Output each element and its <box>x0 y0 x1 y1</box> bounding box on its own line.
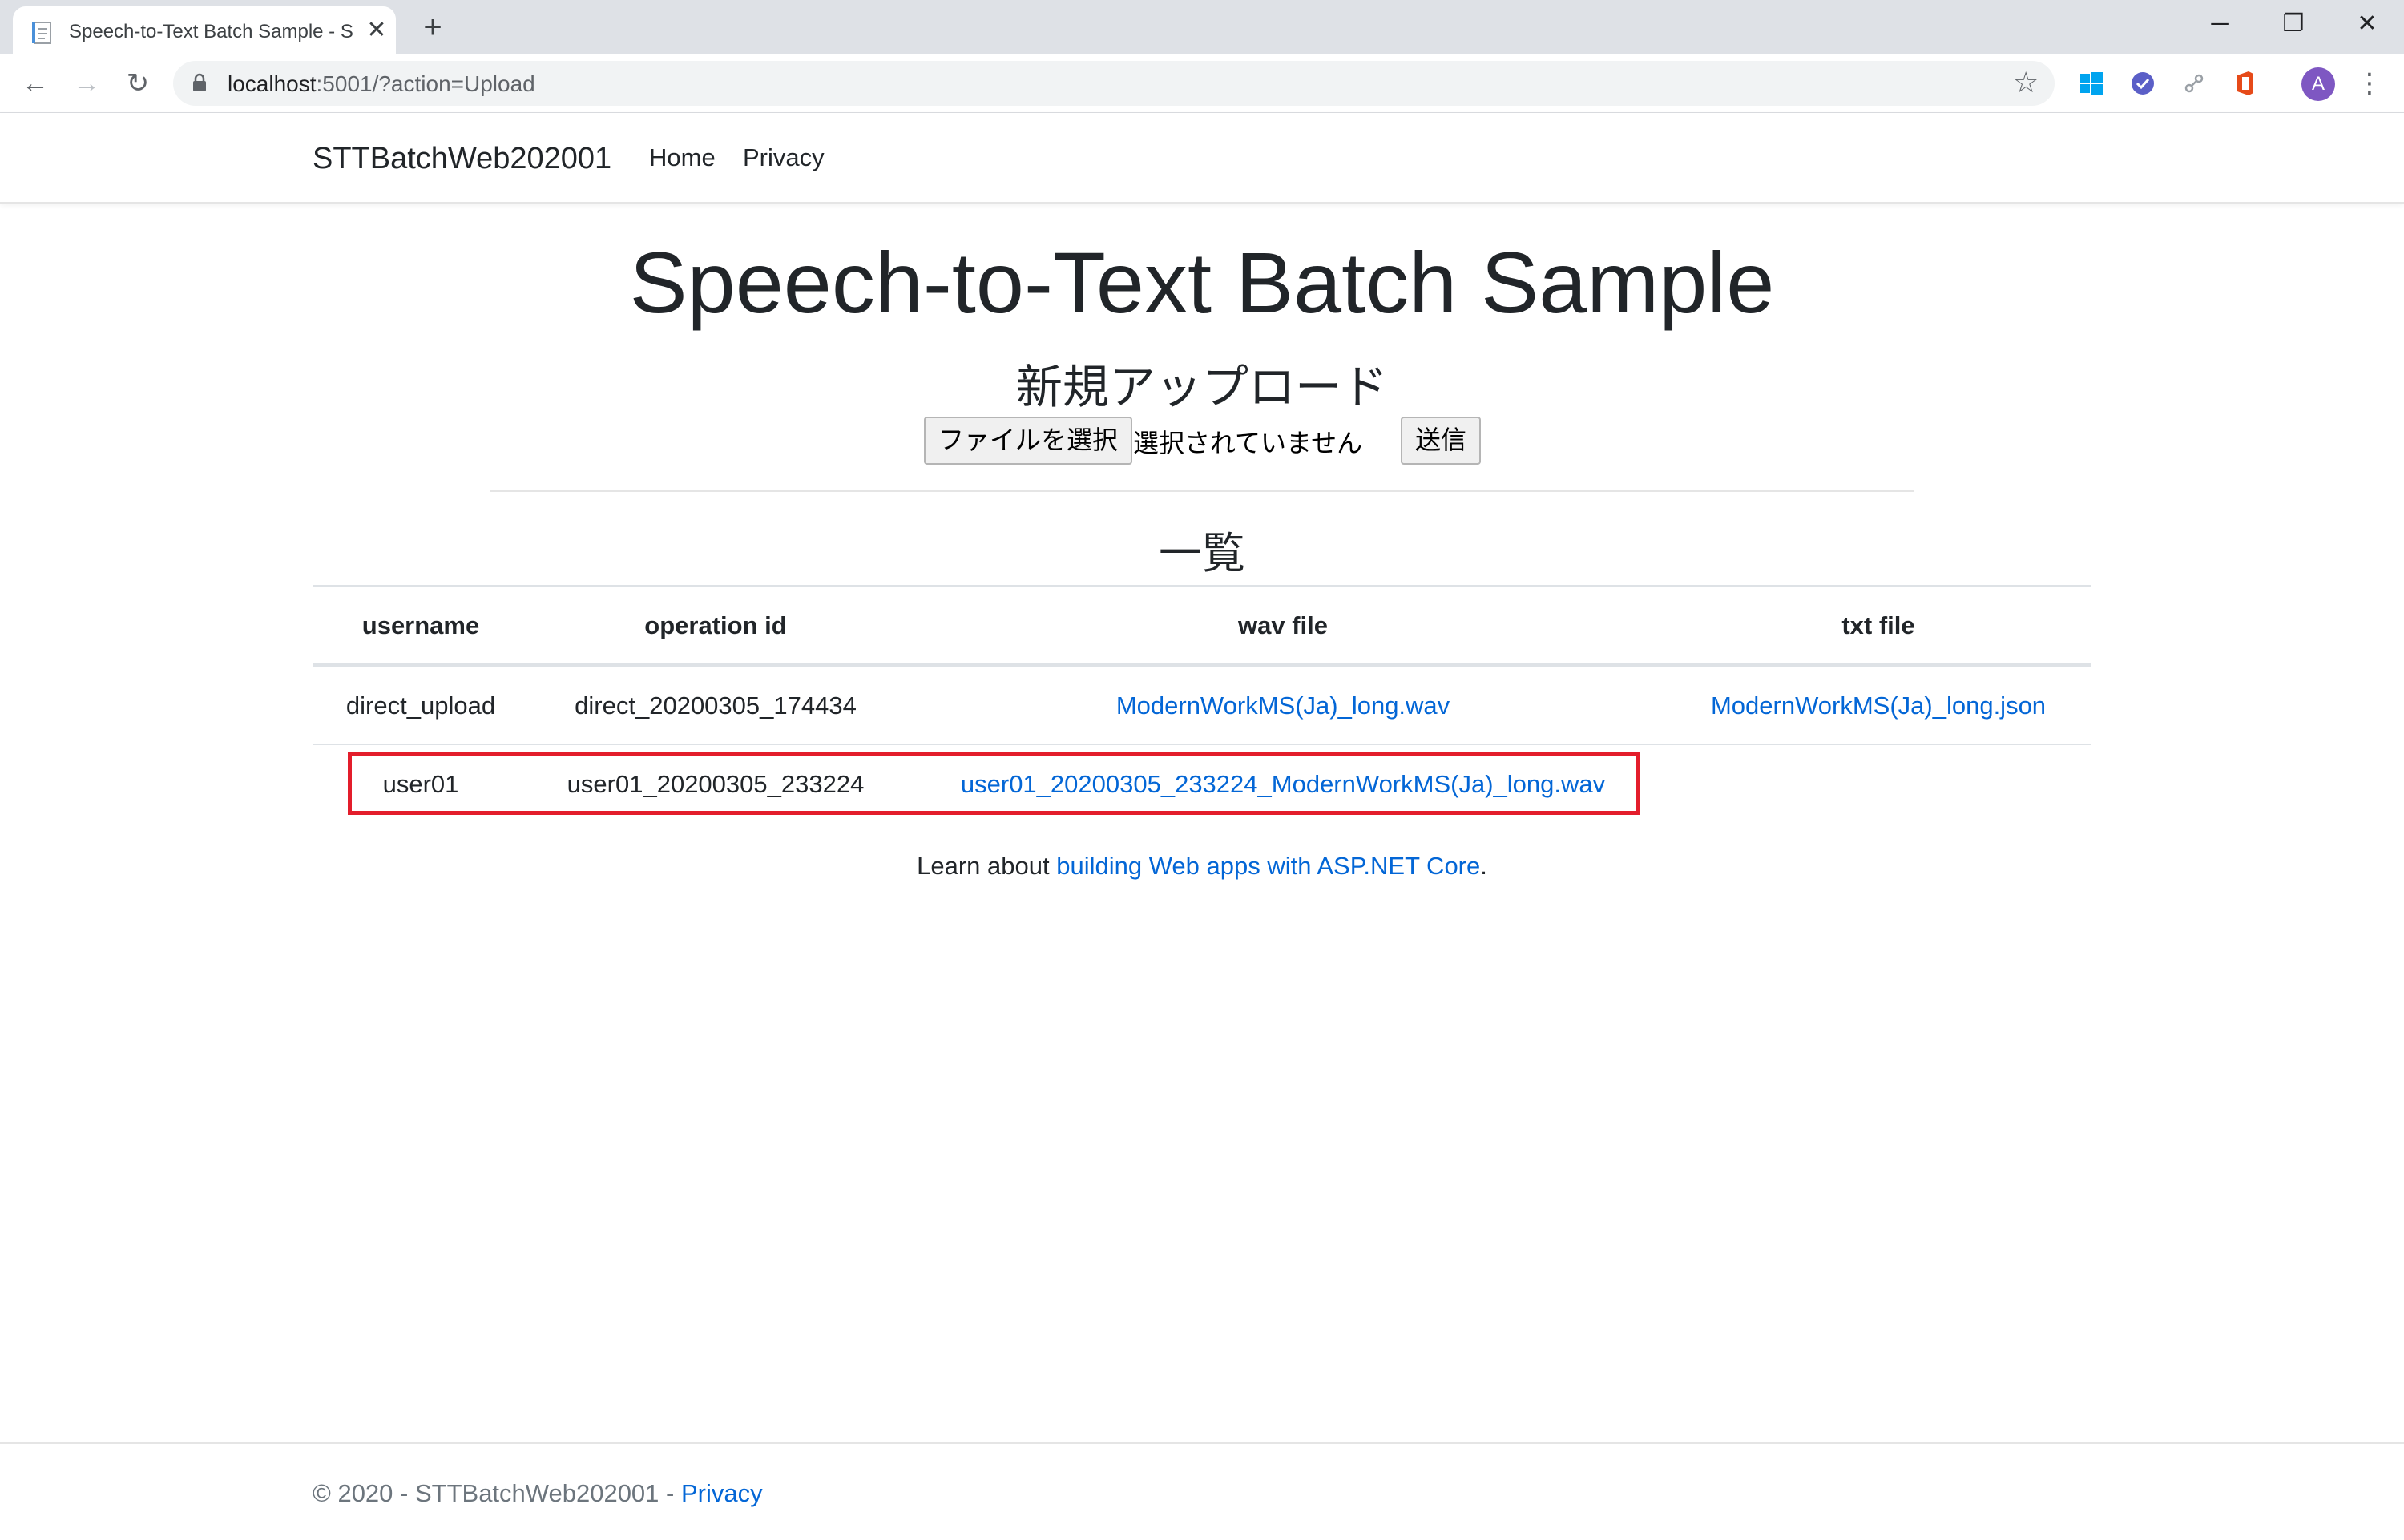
profile-avatar[interactable]: A <box>2301 67 2335 101</box>
bookmark-star-icon[interactable]: ☆ <box>2013 66 2039 99</box>
minimize-button[interactable]: ─ <box>2197 6 2242 42</box>
site-navbar: STTBatchWeb202001 Home Privacy <box>0 113 2404 204</box>
row1-operation-id: direct_20200305_174434 <box>575 691 857 720</box>
window-close-button[interactable]: ✕ <box>2345 6 2390 42</box>
browser-toolbar: ← → ↻ localhost:5001/?action=Upload ☆ A … <box>0 54 2404 113</box>
new-tab-button[interactable]: + <box>417 11 449 43</box>
url-text: localhost:5001/?action=Upload <box>228 71 535 97</box>
page-icon <box>32 22 51 44</box>
url-path: :5001/?action=Upload <box>316 71 535 96</box>
close-icon[interactable]: ✕ <box>364 16 389 45</box>
table-row-border <box>313 744 2091 745</box>
file-status-text: 選択されていません <box>1133 429 1363 458</box>
column-header-txt-file: txt file <box>1841 611 1915 639</box>
aspnet-docs-link[interactable]: building Web apps with ASP.NET Core <box>1056 852 1480 880</box>
submit-button[interactable]: 送信 <box>1401 417 1481 465</box>
footer-text: © 2020 - STTBatchWeb202001 - Privacy <box>313 1479 763 1508</box>
address-bar[interactable]: localhost:5001/?action=Upload ☆ <box>173 61 2055 106</box>
nav-home[interactable]: Home <box>649 143 716 172</box>
tab-title: Speech-to-Text Batch Sample - S <box>69 21 353 42</box>
url-host: localhost <box>228 71 317 96</box>
windows-extension-icon[interactable] <box>2075 67 2108 99</box>
copyright-text: © 2020 - STTBatchWeb202001 - <box>313 1479 681 1507</box>
learn-suffix: . <box>1480 852 1487 880</box>
nav-privacy[interactable]: Privacy <box>743 143 825 172</box>
row1-txt-link[interactable]: ModernWorkMS(Ja)_long.json <box>1711 691 2046 720</box>
check-extension-icon[interactable] <box>2127 67 2159 99</box>
table-top-border <box>313 585 2091 587</box>
link-extension-icon[interactable] <box>2178 67 2210 99</box>
forward-button[interactable]: → <box>69 66 104 101</box>
page-footer: © 2020 - STTBatchWeb202001 - Privacy <box>0 1442 2404 1540</box>
column-header-username: username <box>361 611 480 639</box>
office-extension-icon[interactable] <box>2229 67 2261 99</box>
back-button[interactable]: ← <box>18 66 53 101</box>
footer-privacy-link[interactable]: Privacy <box>681 1479 763 1507</box>
highlight-box <box>348 752 1640 815</box>
learn-prefix: Learn about <box>917 852 1057 880</box>
lock-icon <box>193 73 206 91</box>
table-header-border <box>313 663 2091 667</box>
tab-strip: Speech-to-Text Batch Sample - S ✕ + ─ ❐ … <box>0 0 2404 54</box>
row1-username: direct_upload <box>345 691 496 720</box>
site-brand[interactable]: STTBatchWeb202001 <box>313 142 611 176</box>
browser-menu-icon[interactable]: ⋮ <box>2356 66 2383 101</box>
browser-tab[interactable]: Speech-to-Text Batch Sample - S ✕ <box>13 6 396 54</box>
row1-wav-link[interactable]: ModernWorkMS(Ja)_long.wav <box>1116 691 1450 720</box>
column-header-operation-id: operation id <box>644 611 787 639</box>
learn-more-text: Learn about building Web apps with ASP.N… <box>0 852 2404 881</box>
divider <box>490 490 1914 492</box>
upload-heading: 新規アップロード <box>1015 361 1388 413</box>
page-title: Speech-to-Text Batch Sample <box>629 234 1775 331</box>
column-header-wav-file: wav file <box>1238 611 1328 639</box>
list-heading: 一覧 <box>1159 530 1245 578</box>
choose-file-button[interactable]: ファイルを選択 <box>924 417 1132 465</box>
reload-button[interactable]: ↻ <box>120 66 155 101</box>
maximize-button[interactable]: ❐ <box>2271 6 2316 42</box>
